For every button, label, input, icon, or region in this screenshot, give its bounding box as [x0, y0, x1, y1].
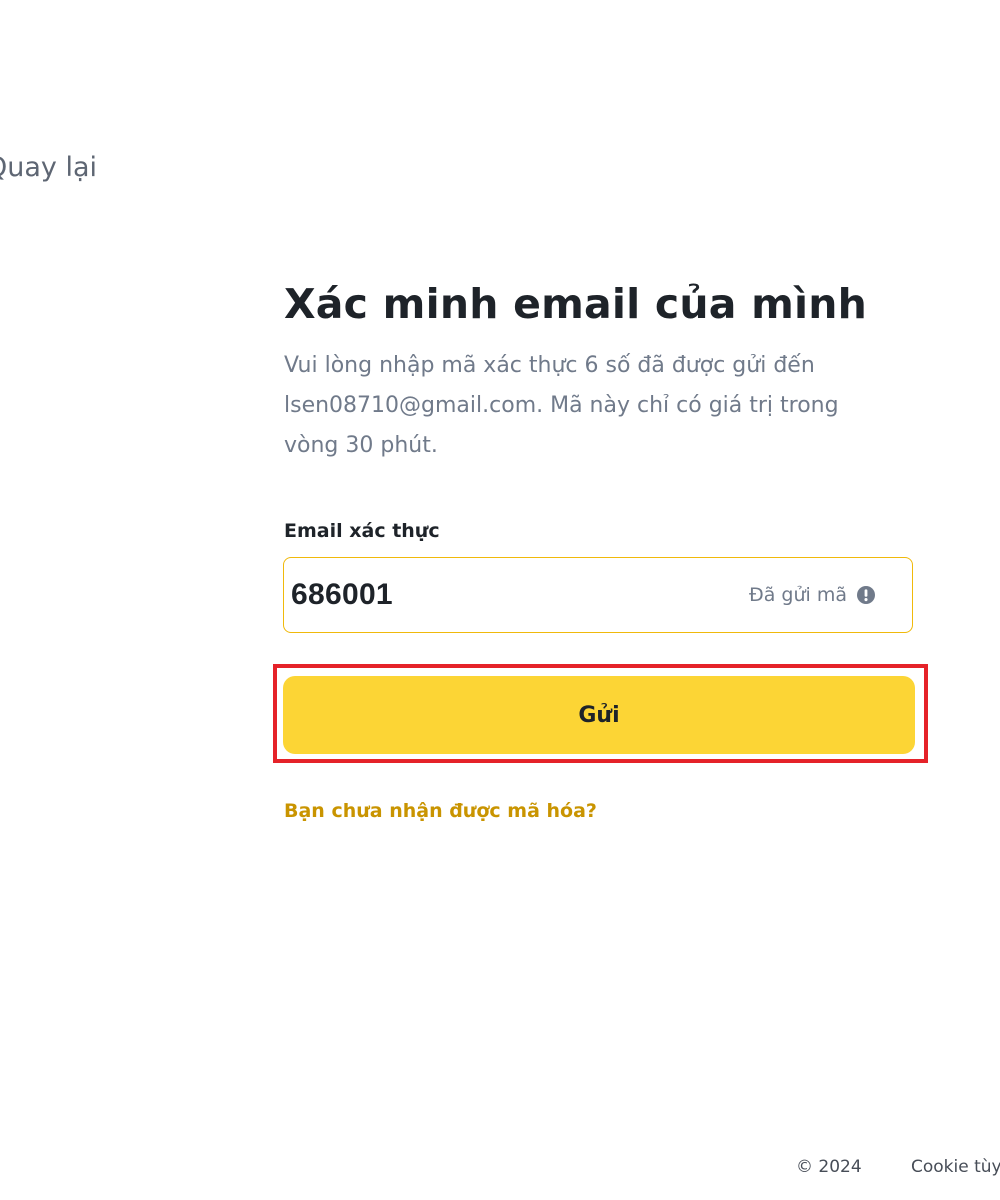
verification-instructions: Vui lòng nhập mã xác thực 6 số đã được g…: [284, 353, 839, 458]
verify-email-panel: Xác minh email của mình Vui lòng nhập mã…: [273, 276, 928, 822]
info-circle-icon[interactable]: [856, 585, 876, 605]
footer-copyright: © 2024: [796, 1157, 862, 1177]
resend-code-link[interactable]: Bạn chưa nhận được mã hóa?: [284, 796, 597, 826]
submit-button[interactable]: Gửi: [283, 676, 915, 754]
code-sent-status: Đã gửi mã: [749, 584, 876, 606]
code-sent-label: Đã gửi mã: [749, 584, 847, 606]
verification-code-field[interactable]: Đã gửi mã: [283, 557, 913, 633]
footer-cookie-link[interactable]: Cookie tùy: [911, 1157, 1000, 1177]
verification-code-input[interactable]: [284, 558, 750, 632]
back-link[interactable]: Quay lại: [0, 148, 97, 188]
verification-code-label: Email xác thực: [284, 520, 440, 542]
page-title: Xác minh email của mình: [284, 280, 868, 328]
